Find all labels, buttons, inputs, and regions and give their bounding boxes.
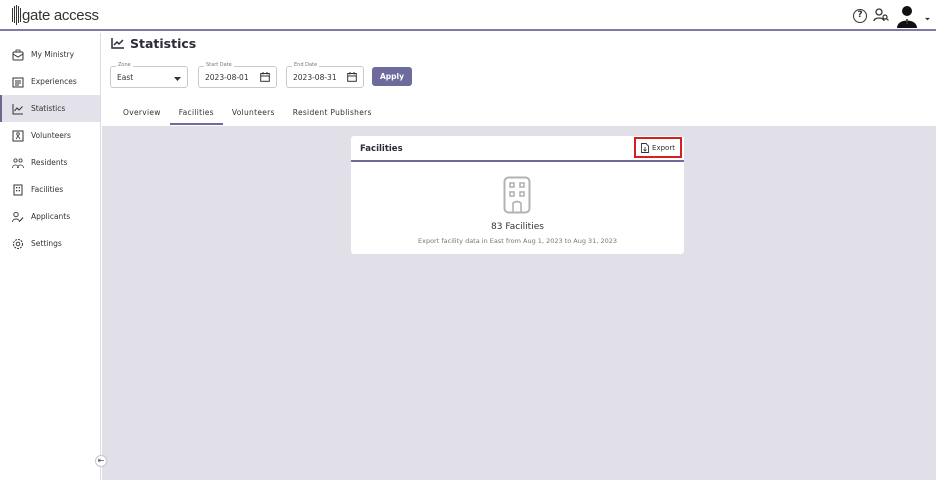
top-bar: gate access ?: [0, 0, 936, 31]
sidebar-item-label: Volunteers: [31, 131, 71, 140]
export-description: Export facility data in East from Aug 1,…: [418, 237, 617, 245]
sidebar-item-label: Facilities: [31, 185, 64, 194]
calendar-icon[interactable]: [347, 72, 357, 84]
logo-text: gate access: [22, 6, 99, 24]
sidebar-item-residents[interactable]: Residents: [0, 149, 100, 176]
chart-line-icon: [111, 38, 124, 49]
facilities-icon: [12, 184, 24, 196]
start-date-value: 2023-08-01: [205, 73, 249, 82]
card-title: Facilities: [360, 144, 403, 154]
applicants-icon: [12, 211, 24, 223]
main-content: Statistics Zone East Start Date 2023-08-…: [102, 33, 936, 480]
statistics-icon: [12, 103, 24, 115]
gear-icon: [12, 238, 24, 250]
tab-facilities[interactable]: Facilities: [169, 104, 223, 125]
sidebar-item-settings[interactable]: Settings: [0, 230, 100, 257]
sidebar-item-experiences[interactable]: Experiences: [0, 68, 100, 95]
chevron-down-icon[interactable]: [925, 7, 930, 26]
volunteers-icon: [12, 130, 24, 142]
sidebar: My Ministry Experiences Statistics Volun…: [0, 33, 101, 480]
sidebar-item-statistics[interactable]: Statistics: [0, 95, 100, 122]
sidebar-item-facilities[interactable]: Facilities: [0, 176, 100, 203]
tab-bar: Overview Facilities Volunteers Resident …: [114, 104, 381, 125]
building-icon: [503, 176, 531, 218]
zone-select[interactable]: Zone East: [110, 62, 188, 88]
help-icon[interactable]: ?: [853, 9, 867, 23]
collapse-sidebar-icon[interactable]: ⇤: [95, 455, 107, 467]
zone-value: East: [117, 73, 134, 82]
sidebar-item-my-ministry[interactable]: My Ministry: [0, 41, 100, 68]
app-logo[interactable]: gate access: [12, 5, 99, 25]
start-date-field[interactable]: Start Date 2023-08-01: [198, 62, 277, 88]
export-button[interactable]: Export: [634, 137, 682, 158]
logo-mark: [12, 5, 21, 25]
sidebar-item-label: Settings: [31, 239, 62, 248]
sidebar-item-applicants[interactable]: Applicants: [0, 203, 100, 230]
user-search-icon[interactable]: [873, 7, 889, 26]
end-date-label: End Date: [292, 62, 320, 68]
experiences-icon: [12, 76, 24, 88]
tab-resident-publishers[interactable]: Resident Publishers: [284, 104, 381, 125]
export-label: Export: [652, 143, 675, 152]
page-title-text: Statistics: [130, 36, 197, 51]
chevron-down-icon: [174, 75, 181, 84]
tab-volunteers[interactable]: Volunteers: [223, 104, 284, 125]
start-date-label: Start Date: [204, 62, 234, 68]
calendar-icon[interactable]: [260, 72, 270, 84]
facilities-card: Facilities Export 83 Facilities Export f…: [351, 136, 684, 254]
tab-overview[interactable]: Overview: [114, 104, 170, 125]
top-icons: ?: [853, 4, 930, 28]
end-date-field[interactable]: End Date 2023-08-31: [286, 62, 364, 88]
main-header: Statistics Zone East Start Date 2023-08-…: [102, 33, 936, 126]
sidebar-item-volunteers[interactable]: Volunteers: [0, 122, 100, 149]
residents-icon: [12, 157, 24, 169]
ministry-icon: [12, 49, 24, 61]
card-header: Facilities Export: [351, 136, 684, 162]
sidebar-item-label: Applicants: [31, 212, 71, 221]
end-date-value: 2023-08-31: [293, 73, 337, 82]
zone-label: Zone: [116, 62, 133, 68]
avatar[interactable]: [895, 4, 919, 28]
sidebar-item-label: Experiences: [31, 77, 77, 86]
facility-count: 83 Facilities: [491, 222, 544, 232]
sidebar-item-label: Residents: [31, 158, 68, 167]
sidebar-item-label: Statistics: [31, 104, 66, 113]
page-title: Statistics: [111, 36, 196, 51]
sidebar-item-label: My Ministry: [31, 50, 75, 59]
file-export-icon: [641, 142, 649, 153]
apply-button[interactable]: Apply: [372, 67, 412, 86]
